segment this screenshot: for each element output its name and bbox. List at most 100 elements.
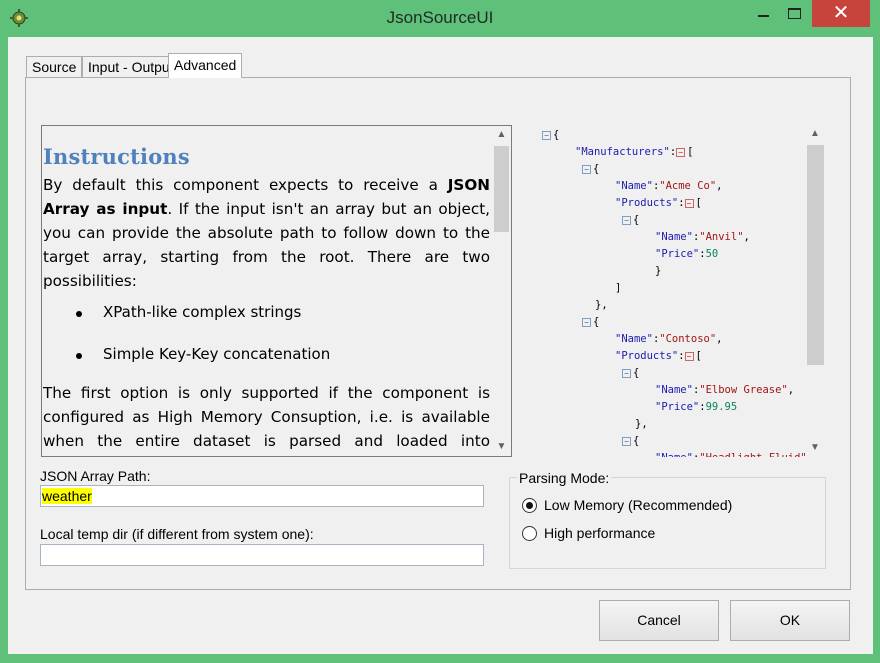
json-key: "Price" [655, 248, 700, 260]
app-window: JsonSourceUI ✕ Source Input - Output Adv… [0, 0, 880, 663]
json-bracket: }, [635, 418, 648, 430]
maximize-button[interactable] [781, 0, 809, 28]
json-key: "Products" [615, 197, 679, 209]
json-line: "Manufacturers": −[ [575, 146, 693, 158]
json-line: "Products": −[ [615, 350, 702, 362]
tab-advanced[interactable]: Advanced [168, 53, 243, 78]
json-line: "Products": −[ [615, 197, 702, 209]
json-key: "Products" [615, 350, 679, 362]
instructions-paragraph-2: The first option is only supported if th… [43, 384, 490, 450]
collapse-toggle-icon[interactable]: − [542, 130, 551, 140]
json-line: } [655, 265, 661, 277]
json-scrollbar[interactable]: ▲ ▼ [806, 125, 824, 457]
scroll-down-icon[interactable]: ▼ [806, 439, 824, 457]
json-key: "Name" [655, 231, 693, 243]
json-key: "Price" [655, 401, 700, 413]
collapse-toggle-icon[interactable]: − [622, 215, 631, 225]
json-bracket: { [593, 316, 600, 328]
json-string-value: "Contoso" [659, 333, 717, 345]
radio-low-memory-label[interactable]: Low Memory (Recommended) [544, 497, 732, 513]
json-preview-tree[interactable]: −{"Manufacturers": −[−{"Name":"Acme Co", "… [506, 125, 826, 457]
json-line: "Name":"Headlight Fluid" [655, 452, 807, 457]
parsing-mode-group [509, 477, 826, 569]
bullet-dot [76, 311, 82, 317]
instructions-paragraph-1: By default this component expects to rec… [43, 173, 490, 293]
collapse-toggle-icon[interactable]: − [684, 198, 694, 208]
dialog-client-area: Source Input - Output Advanced Instructi… [8, 37, 873, 654]
instructions-text: By default this component expects to rec… [43, 176, 448, 194]
window-title: JsonSourceUI [386, 8, 494, 27]
json-string-value: "Headlight Fluid" [699, 452, 806, 457]
json-key: "Name" [615, 180, 653, 192]
json-number-value: 99.95 [705, 401, 738, 413]
json-bracket: }, [595, 299, 608, 311]
close-button[interactable]: ✕ [812, 0, 870, 27]
json-string-value: "Acme Co" [659, 180, 717, 192]
json-bracket: { [633, 367, 640, 379]
json-line: ] [615, 282, 621, 294]
json-line: −{ [622, 214, 639, 226]
json-bracket: { [633, 435, 640, 447]
radio-high-performance[interactable]: High performance [522, 525, 762, 545]
json-punctuation: , [716, 180, 723, 192]
json-key: "Manufacturers" [575, 146, 670, 158]
json-number-value: 50 [705, 248, 719, 260]
json-line: "Price":50 [655, 248, 718, 260]
instructions-box[interactable]: Instructions By default this component e… [41, 125, 512, 457]
json-line: "Name":"Anvil", [655, 231, 750, 243]
radio-high-performance-button[interactable] [522, 526, 537, 541]
json-punctuation: [ [687, 146, 694, 158]
minimize-button[interactable] [749, 0, 777, 28]
radio-low-memory[interactable]: Low Memory (Recommended) [522, 497, 762, 517]
json-line: "Price":99.95 [655, 401, 737, 413]
scroll-up-icon[interactable]: ▲ [806, 125, 824, 143]
collapse-toggle-icon[interactable]: − [622, 368, 631, 378]
advanced-tab-panel: Instructions By default this component e… [25, 77, 851, 590]
collapse-toggle-icon[interactable]: − [582, 164, 591, 174]
temp-dir-label: Local temp dir (if different from system… [40, 526, 314, 542]
close-icon: ✕ [832, 2, 850, 24]
json-line: "Name":"Elbow Grease", [655, 384, 794, 396]
json-line: "Name":"Contoso", [615, 333, 723, 345]
json-punctuation: [ [695, 350, 702, 362]
parsing-mode-title: Parsing Mode: [517, 470, 612, 486]
radio-low-memory-button[interactable] [522, 498, 537, 513]
collapse-toggle-icon[interactable]: − [684, 351, 694, 361]
tab-source[interactable]: Source [26, 56, 83, 77]
json-array-path-input[interactable]: weather [40, 485, 484, 507]
json-line: −{ [622, 435, 639, 447]
json-bracket: { [633, 214, 640, 226]
collapse-toggle-icon[interactable]: − [582, 317, 591, 327]
instructions-content: Instructions By default this component e… [43, 126, 490, 456]
temp-dir-input[interactable] [40, 544, 484, 566]
cancel-button[interactable]: Cancel [599, 600, 719, 641]
json-bracket: } [655, 265, 662, 277]
json-key: "Name" [655, 384, 693, 396]
json-bracket: { [593, 163, 600, 175]
instructions-title: Instructions [43, 144, 190, 169]
json-key: "Name" [615, 333, 653, 345]
title-bar[interactable]: JsonSourceUI ✕ [0, 0, 880, 36]
tab-input-output[interactable]: Input - Output [82, 56, 180, 77]
json-string-value: "Anvil" [699, 231, 744, 243]
json-line: "Name":"Acme Co", [615, 180, 723, 192]
json-string-value: "Elbow Grease" [699, 384, 788, 396]
json-punctuation: , [787, 384, 795, 396]
json-array-path-label: JSON Array Path: [40, 468, 151, 484]
collapse-toggle-icon[interactable]: − [676, 147, 686, 157]
json-punctuation: [ [695, 197, 702, 209]
json-line: }, [635, 418, 648, 430]
ok-button[interactable]: OK [730, 600, 850, 641]
json-bracket: ] [615, 282, 622, 294]
json-line: }, [595, 299, 608, 311]
json-scroll-thumb[interactable] [807, 145, 824, 365]
bullet-text: Simple Key-Key concatenation [103, 345, 331, 363]
minimize-icon [758, 15, 769, 17]
radio-high-performance-label[interactable]: High performance [544, 525, 655, 541]
maximize-icon [788, 8, 801, 19]
json-line: −{ [582, 316, 599, 328]
collapse-toggle-icon[interactable]: − [622, 436, 631, 446]
bullet-item: XPath-like complex strings [43, 293, 490, 335]
json-line: −{ [622, 367, 639, 379]
bullet-text: XPath-like complex strings [103, 303, 302, 321]
